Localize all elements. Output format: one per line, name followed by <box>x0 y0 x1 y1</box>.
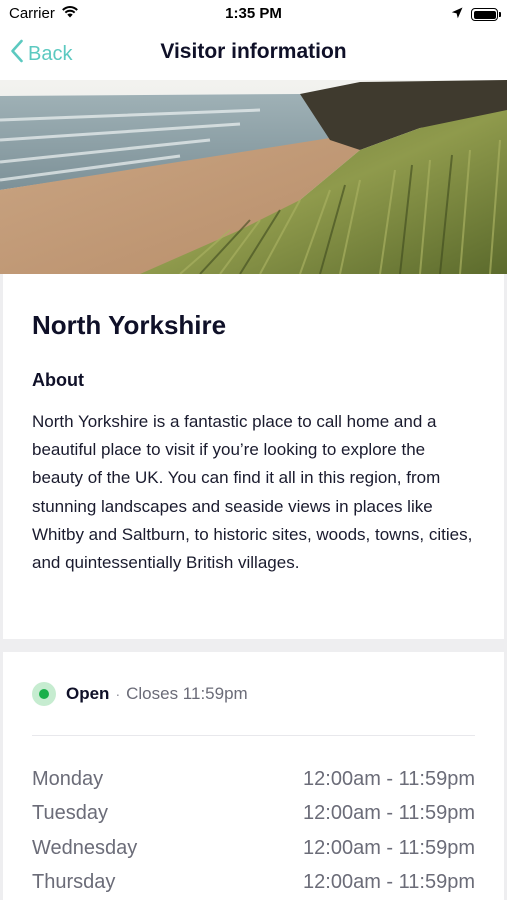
day-label: Monday <box>32 768 104 790</box>
day-hours: 12:00am - 11:59pm <box>303 802 475 825</box>
hours-row-thursday: Thursday 12:00am - 11:59pm <box>32 871 475 900</box>
about-heading: About <box>32 370 84 390</box>
day-hours: 12:00am - 11:59pm <box>303 870 475 893</box>
hours-row-tuesday: Tuesday 12:00am - 11:59pm <box>32 802 475 836</box>
navigation-bar: Back Visitor information <box>0 30 507 80</box>
day-hours: 12:00am - 11:59pm <box>303 836 475 859</box>
about-card: North Yorkshire About North Yorkshire is… <box>3 274 504 639</box>
battery-icon <box>471 8 501 21</box>
open-status-label: Open <box>66 684 110 703</box>
day-label: Wednesday <box>32 836 138 859</box>
hours-row-monday: Monday 12:00am - 11:59pm <box>32 768 475 802</box>
open-status-indicator-icon <box>32 682 56 706</box>
day-label: Tuesday <box>32 802 108 825</box>
status-right-group <box>451 6 501 23</box>
hours-list: Monday 12:00am - 11:59pm Tuesday 12:00am… <box>32 768 475 900</box>
closing-time: Closes 11:59pm <box>126 684 248 703</box>
place-title: North Yorkshire <box>32 310 227 340</box>
clock: 1:35 PM <box>225 5 282 22</box>
location-arrow-icon <box>451 6 463 23</box>
open-status-row: Open · Closes 11:59pm <box>32 682 248 706</box>
about-description: North Yorkshire is a fantastic place to … <box>32 412 473 573</box>
hours-row-wednesday: Wednesday 12:00am - 11:59pm <box>32 837 475 871</box>
separator-dot: · <box>115 686 121 702</box>
day-hours: 12:00am - 11:59pm <box>303 768 475 790</box>
hero-image <box>0 80 507 274</box>
status-bar: Carrier 1:35 PM <box>0 0 507 30</box>
page-title: Visitor information <box>160 40 347 63</box>
opening-hours-card: Open · Closes 11:59pm Monday 12:00am - 1… <box>3 652 504 900</box>
divider <box>32 735 475 736</box>
day-label: Thursday <box>32 870 116 893</box>
